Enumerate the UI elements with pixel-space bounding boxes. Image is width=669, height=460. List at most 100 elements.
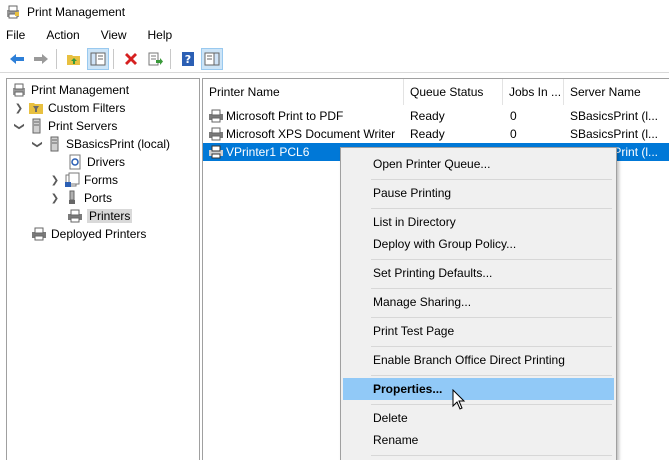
printer-name: Microsoft Print to PDF <box>226 109 344 123</box>
server-name-cell: SBasicsPrint (l... <box>570 109 659 123</box>
filter-folder-icon <box>28 100 44 116</box>
table-row[interactable]: Microsoft Print to PDF Ready 0 SBasicsPr… <box>203 107 669 125</box>
table-row[interactable]: Microsoft XPS Document Writer Ready 0 SB… <box>203 125 669 143</box>
tree-item-custom-filters[interactable]: ❯ Custom Filters <box>13 99 126 117</box>
tree-pane: Print Management ❯ Custom Filters ❯ Prin… <box>6 78 200 460</box>
tree-item-label: Print Management <box>31 83 130 97</box>
column-header-jobs-in-queue[interactable]: Jobs In ... <box>503 79 564 105</box>
menu-separator <box>371 375 612 376</box>
print-management-icon <box>11 82 27 98</box>
tree-item-label: Print Servers <box>48 119 118 133</box>
window-title: Print Management <box>27 5 126 19</box>
toolbar-separator <box>56 48 57 69</box>
column-header-queue-status[interactable]: Queue Status <box>404 79 503 105</box>
tree-item-label: Ports <box>84 191 113 205</box>
printer-name-cell: Microsoft XPS Document Writer <box>208 125 403 143</box>
menu-item-open-printer-queue[interactable]: Open Printer Queue... <box>343 153 614 175</box>
queue-status-cell: Ready <box>410 109 445 123</box>
menu-item-print-test-page[interactable]: Print Test Page <box>343 320 614 342</box>
servers-icon <box>28 118 44 134</box>
export-list-icon <box>148 52 163 65</box>
context-menu: Open Printer Queue... Pause Printing Lis… <box>340 147 617 460</box>
menu-item-list-in-directory[interactable]: List in Directory <box>343 211 614 233</box>
menu-view[interactable]: View <box>94 28 134 42</box>
printer-icon <box>67 208 83 224</box>
chevron-down-icon[interactable]: ❯ <box>14 120 25 132</box>
up-folder-icon <box>67 54 80 65</box>
menu-separator <box>371 208 612 209</box>
help-button[interactable]: ? <box>177 48 199 70</box>
export-list-button[interactable] <box>144 48 166 70</box>
ports-icon <box>64 190 80 206</box>
menu-separator <box>371 346 612 347</box>
toolbar-separator <box>113 48 114 69</box>
chevron-right-icon[interactable]: ❯ <box>13 103 25 114</box>
delete-button[interactable] <box>120 48 142 70</box>
menu-item-pause-printing[interactable]: Pause Printing <box>343 182 614 204</box>
chevron-right-icon[interactable]: ❯ <box>49 175 61 186</box>
menu-item-delete[interactable]: Delete <box>343 407 614 429</box>
queue-status-cell: Ready <box>410 127 445 141</box>
printer-name: Microsoft XPS Document Writer <box>226 127 396 141</box>
server-name-cell: SBasicsPrint (l... <box>570 127 659 141</box>
delete-icon <box>125 52 137 65</box>
column-header-server-name[interactable]: Server Name <box>564 79 669 105</box>
printer-icon <box>208 109 224 123</box>
tree-item-label: Deployed Printers <box>51 227 147 241</box>
tree-item-label: Custom Filters <box>48 101 126 115</box>
menu-item-enable-branch-office-direct-printing[interactable]: Enable Branch Office Direct Printing <box>343 349 614 371</box>
action-pane-icon <box>204 52 220 65</box>
tree-item-printers[interactable]: Printers <box>67 207 133 225</box>
show-hide-tree-button[interactable] <box>87 47 109 70</box>
jobs-cell: 0 <box>510 127 517 141</box>
forward-icon <box>34 53 48 64</box>
tree-item-deployed-printers[interactable]: Deployed Printers <box>31 225 146 243</box>
menu-separator <box>371 288 612 289</box>
tree-item-print-servers[interactable]: ❯ Print Servers <box>13 117 117 135</box>
forms-icon <box>64 172 80 188</box>
action-pane-button[interactable] <box>201 47 223 70</box>
tree-item-label: Drivers <box>87 155 125 169</box>
tree-item-label: SBasicsPrint (local) <box>66 137 171 151</box>
drivers-icon <box>67 154 83 170</box>
tree-item-forms[interactable]: ❯ Forms <box>49 171 118 189</box>
tree-item-ports[interactable]: ❯ Ports <box>49 189 112 207</box>
up-folder-button[interactable] <box>63 48 85 70</box>
menu-separator <box>371 317 612 318</box>
mouse-cursor-icon <box>452 389 466 410</box>
chevron-right-icon[interactable]: ❯ <box>49 193 61 204</box>
menu-separator <box>371 179 612 180</box>
menu-item-manage-sharing[interactable]: Manage Sharing... <box>343 291 614 313</box>
tree-item-server[interactable]: ❯ SBasicsPrint (local) <box>31 135 170 153</box>
chevron-down-icon[interactable]: ❯ <box>32 138 43 150</box>
menu-item-deploy-with-group-policy[interactable]: Deploy with Group Policy... <box>343 233 614 255</box>
back-button[interactable] <box>6 48 28 70</box>
tree-item-print-management[interactable]: Print Management <box>11 81 129 99</box>
menu-separator <box>371 404 612 405</box>
printer-icon <box>208 127 224 141</box>
help-icon: ? <box>182 51 194 66</box>
column-header-printer-name[interactable]: Printer Name <box>203 79 404 105</box>
tree-item-drivers[interactable]: Drivers <box>67 153 125 171</box>
menu-separator <box>371 259 612 260</box>
print-management-app-icon <box>5 4 21 20</box>
menu-file[interactable]: File <box>6 28 32 42</box>
toolbar-separator <box>170 48 171 69</box>
tree-item-label: Forms <box>84 173 118 187</box>
svg-text:?: ? <box>185 53 191 66</box>
menu-separator <box>371 455 612 456</box>
menu-bar: File Action View Help <box>0 24 669 45</box>
menu-item-rename[interactable]: Rename <box>343 429 614 451</box>
forward-button[interactable] <box>30 48 52 70</box>
tree-item-label: Printers <box>87 209 133 223</box>
toolbar: ? <box>0 45 669 73</box>
printer-name: VPrinter1 PCL6 <box>226 145 310 159</box>
menu-item-set-printing-defaults[interactable]: Set Printing Defaults... <box>343 262 614 284</box>
menu-item-properties[interactable]: Properties... <box>343 378 614 400</box>
menu-action[interactable]: Action <box>39 28 86 42</box>
deployed-printers-icon <box>31 226 47 242</box>
printer-icon <box>208 145 224 159</box>
back-icon <box>10 53 24 64</box>
menu-help[interactable]: Help <box>141 28 180 42</box>
jobs-cell: 0 <box>510 109 517 123</box>
